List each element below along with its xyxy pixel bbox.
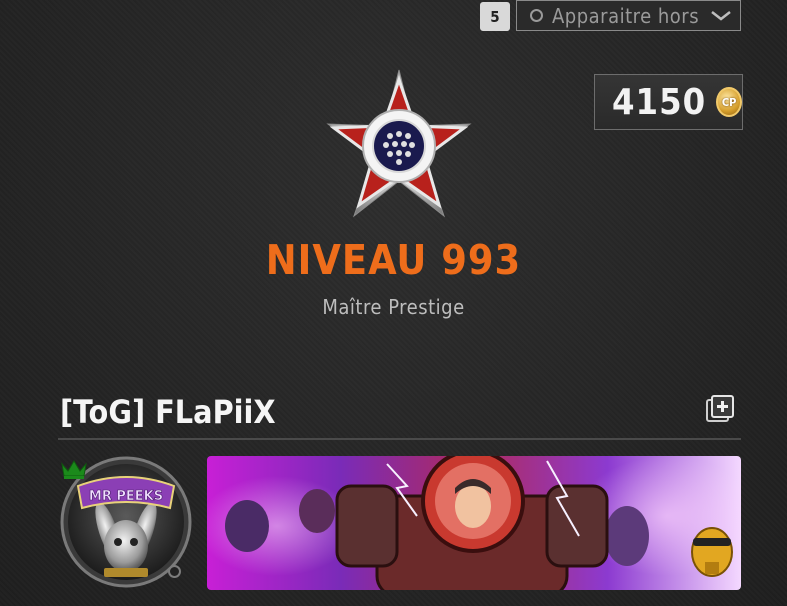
- cp-amount: 4150: [612, 81, 707, 123]
- cp-coin-icon: CP: [716, 87, 742, 117]
- prestige-subtitle: Maître Prestige: [322, 295, 465, 319]
- key-hint-label: 5: [490, 7, 500, 26]
- player-name: [ToG] FLaPiiX: [60, 393, 276, 431]
- cp-balance[interactable]: 4150 CP: [594, 74, 743, 130]
- level-title: NIVEAU 993: [265, 236, 522, 284]
- crown-icon: [61, 460, 87, 479]
- presence-indicator: [168, 565, 181, 578]
- status-circle-icon: [530, 9, 543, 22]
- status-dropdown[interactable]: Apparaitre hors li: [516, 0, 741, 31]
- profile-screen: 5 Apparaitre hors li 4150 CP NIVEAU 993 …: [0, 0, 787, 606]
- calling-card-banner[interactable]: [207, 456, 741, 590]
- status-selected-value: Apparaitre hors li: [552, 3, 704, 28]
- prestige-star-medal-icon[interactable]: [318, 66, 480, 228]
- golden-skull-icon: [691, 527, 733, 577]
- key-hint-badge: 5: [480, 2, 510, 31]
- chevron-down-icon: [711, 10, 731, 21]
- add-square-icon[interactable]: [706, 395, 735, 424]
- avatar-logo-text: MR PEEKS: [89, 489, 163, 504]
- header-divider: [58, 438, 741, 440]
- cp-coin-label: CP: [721, 95, 737, 109]
